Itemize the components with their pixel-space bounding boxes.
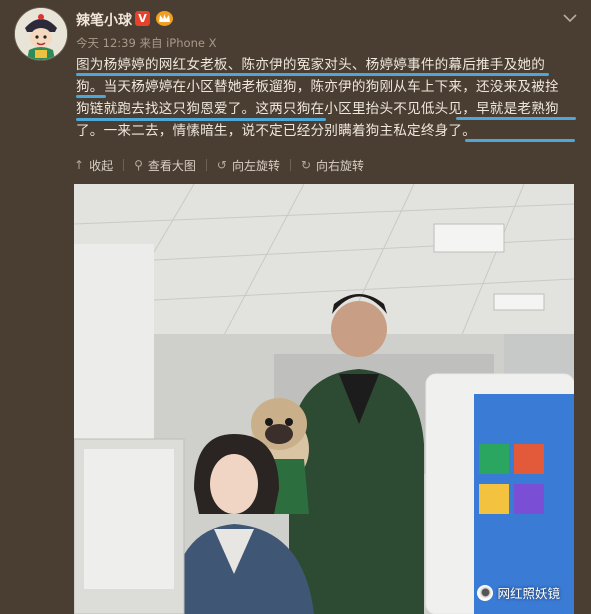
rotate-left-label: 向左旋转 (231, 158, 280, 173)
divider (123, 159, 125, 171)
rotate-right-button[interactable]: ↻ 向右旋转 (301, 157, 364, 174)
collapse-button[interactable]: ↑ 收起 (74, 157, 113, 174)
post-text-line: 狗。当天杨婷婷在小区替她老板遛狗，陈亦伊的狗刚从车上下来，还没来及被拴 (76, 79, 559, 95)
view-large-label: 查看大图 (147, 158, 196, 173)
watermark-text: 网红照妖镜 (497, 586, 560, 601)
post-source[interactable]: iPhone X (166, 36, 216, 50)
post-timestamp[interactable]: 今天 12:39 (76, 36, 136, 50)
verified-badge-icon: V (135, 11, 150, 26)
rotate-right-label: 向右旋转 (316, 158, 365, 173)
username[interactable]: 辣笔小球 (76, 10, 132, 30)
highlight-underline (465, 139, 575, 142)
avatar-cartoon-icon (15, 8, 67, 60)
office-photo (74, 184, 574, 614)
view-large-button[interactable]: ⚲ 查看大图 (134, 157, 196, 174)
avatar[interactable] (14, 7, 68, 61)
highlight-underline (456, 117, 576, 120)
rotate-left-button[interactable]: ↺ 向左旋转 (217, 157, 280, 174)
watermark: ● 网红照妖镜 (477, 583, 560, 602)
divider (289, 159, 291, 171)
highlight-underline (76, 73, 549, 76)
post-meta: 今天 12:39 来自 iPhone X (76, 35, 216, 51)
more-options-icon[interactable] (563, 8, 577, 27)
collapse-label: 收起 (89, 158, 114, 173)
wechat-logo-icon: ● (477, 584, 494, 601)
post-image[interactable]: ● 网红照妖镜 (74, 184, 574, 614)
highlight-underline (76, 95, 106, 98)
member-crown-icon (156, 11, 173, 26)
source-prefix: 来自 (139, 36, 163, 50)
rotate-left-icon: ↺ (216, 158, 227, 172)
zoom-icon: ⚲ (134, 158, 143, 172)
divider (205, 159, 207, 171)
collapse-arrow-icon: ↑ (74, 158, 85, 172)
post-text: 图为杨婷婷的网红女老板、陈亦伊的冤家对头、杨婷婷事件的幕后推手及她的 狗。当天杨… (76, 54, 576, 142)
highlight-underline (76, 118, 326, 121)
image-toolbar: ↑ 收起 ⚲ 查看大图 ↺ 向左旋转 ↻ 向右旋转 (74, 152, 374, 178)
rotate-right-icon: ↻ (300, 158, 312, 172)
